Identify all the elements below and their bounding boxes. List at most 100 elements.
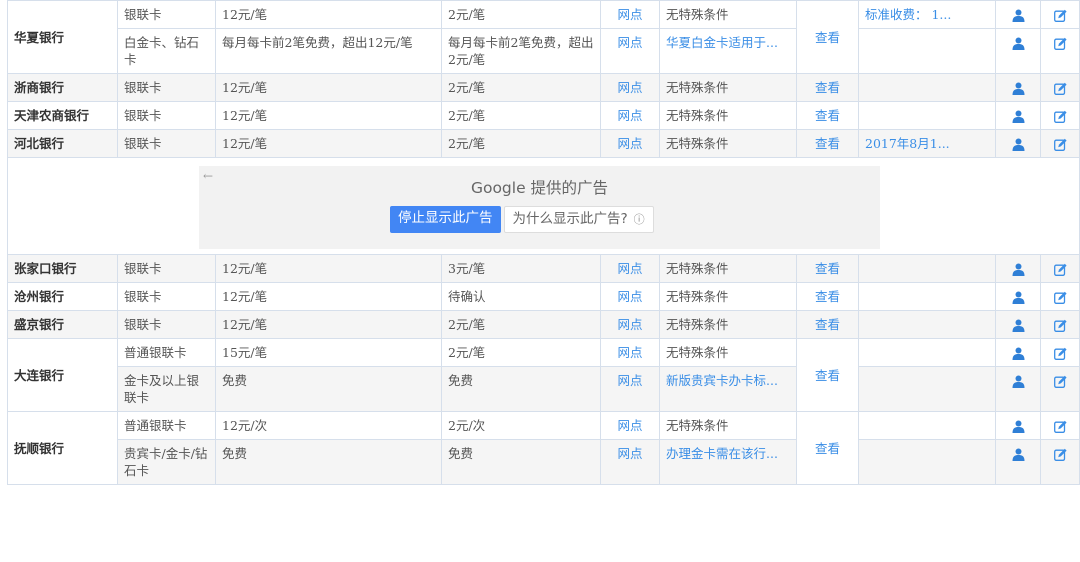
table-row: 沧州银行 银联卡 12元/笔 待确认 网点 无特殊条件 查看 [7,282,1080,311]
edit-icon [1053,448,1067,461]
local-fee: 2元/笔 [441,129,601,158]
view-link[interactable]: 查看 [796,73,859,102]
user-button[interactable] [995,129,1041,158]
edit-button[interactable] [1040,73,1080,102]
note [858,254,996,283]
note [858,411,996,440]
user-button[interactable] [995,338,1041,367]
user-button[interactable] [995,28,1041,74]
view-link[interactable]: 查看 [796,411,859,485]
user-icon [1012,347,1025,360]
user-button[interactable] [995,439,1041,485]
user-button[interactable] [995,101,1041,130]
local-fee: 每月每卡前2笔免费，超出2元/笔 [441,28,601,74]
view-link[interactable]: 查看 [796,338,859,412]
branch-link[interactable]: 网点 [600,0,660,29]
user-button[interactable] [995,282,1041,311]
edit-button[interactable] [1040,338,1080,367]
user-icon [1012,82,1025,95]
view-link[interactable]: 查看 [796,254,859,283]
condition: 无特殊条件 [659,411,797,440]
local-fee: 3元/笔 [441,254,601,283]
branch-link[interactable]: 网点 [600,282,660,311]
table-row: 白金卡、钻石卡 每月每卡前2笔免费，超出12元/笔 每月每卡前2笔免费，超出2元… [8,28,1080,74]
condition-link[interactable]: 华夏白金卡适用于... [659,28,797,74]
view-link[interactable]: 查看 [796,282,859,311]
table-row: 大连银行 普通银联卡 15元/笔 2元/笔 网点 无特殊条件 查看 [7,338,1080,412]
cross-city-fee: 12元/笔 [215,0,442,29]
user-icon [1012,37,1025,50]
card-type: 银联卡 [117,254,216,283]
branch-link[interactable]: 网点 [600,73,660,102]
note [858,282,996,311]
branch-link[interactable]: 网点 [600,129,660,158]
bank-name: 抚顺银行 [7,411,118,485]
bank-name: 盛京银行 [7,310,118,339]
edit-button[interactable] [1040,101,1080,130]
card-type: 贵宾卡/金卡/钻石卡 [117,439,216,485]
edit-icon [1053,37,1067,50]
condition: 无特殊条件 [659,129,797,158]
user-icon [1012,420,1025,433]
user-button[interactable] [995,73,1041,102]
condition: 无特殊条件 [659,338,797,367]
user-icon [1012,110,1025,123]
edit-button[interactable] [1040,310,1080,339]
view-link[interactable]: 查看 [796,129,859,158]
edit-button[interactable] [1040,254,1080,283]
edit-button[interactable] [1040,0,1080,29]
view-link[interactable]: 查看 [796,101,859,130]
note [858,101,996,130]
local-fee: 待确认 [441,282,601,311]
user-button[interactable] [995,411,1041,440]
condition-link[interactable]: 新版贵宾卡办卡标... [659,366,797,412]
view-link[interactable]: 查看 [796,310,859,339]
view-link[interactable]: 查看 [796,0,859,74]
table-row: 抚顺银行 普通银联卡 12元/次 2元/次 网点 无特殊条件 查看 [7,411,1080,485]
branch-link[interactable]: 网点 [600,366,660,412]
edit-button[interactable] [1040,366,1080,412]
edit-button[interactable] [1040,282,1080,311]
condition: 无特殊条件 [659,310,797,339]
card-type: 普通银联卡 [117,338,216,367]
card-type: 银联卡 [117,282,216,311]
edit-button[interactable] [1040,28,1080,74]
table-row: 盛京银行 银联卡 12元/笔 2元/笔 网点 无特殊条件 查看 [7,310,1080,339]
branch-link[interactable]: 网点 [600,338,660,367]
stop-ad-button[interactable]: 停止显示此广告 [390,206,501,233]
edit-button[interactable] [1040,129,1080,158]
card-type: 银联卡 [117,0,216,29]
branch-link[interactable]: 网点 [600,310,660,339]
branch-link[interactable]: 网点 [600,439,660,485]
note [858,73,996,102]
table-row: 贵宾卡/金卡/钻石卡 免费 免费 网点 办理金卡需在该行... [8,439,1080,485]
bank-name: 浙商银行 [7,73,118,102]
condition: 无特殊条件 [659,0,797,29]
table-row: 天津农商银行 银联卡 12元/笔 2元/笔 网点 无特殊条件 查看 [7,101,1080,130]
user-button[interactable] [995,310,1041,339]
condition: 无特殊条件 [659,254,797,283]
local-fee: 2元/笔 [441,310,601,339]
table-row: 张家口银行 银联卡 12元/笔 3元/笔 网点 无特殊条件 查看 [7,254,1080,283]
cross-city-fee: 免费 [215,439,442,485]
branch-link[interactable]: 网点 [600,254,660,283]
note-link[interactable]: 2017年8月1... [858,129,996,158]
table-row: 华夏银行 银联卡 12元/笔 2元/笔 网点 无特殊条件 查看 标准收费： 1.… [7,0,1080,74]
edit-icon [1053,347,1067,360]
edit-button[interactable] [1040,439,1080,485]
note [858,310,996,339]
edit-button[interactable] [1040,411,1080,440]
card-type: 金卡及以上银联卡 [117,366,216,412]
card-type: 银联卡 [117,129,216,158]
condition-link[interactable]: 办理金卡需在该行... [659,439,797,485]
user-button[interactable] [995,366,1041,412]
user-button[interactable] [995,0,1041,29]
condition: 无特殊条件 [659,73,797,102]
user-button[interactable] [995,254,1041,283]
branch-link[interactable]: 网点 [600,101,660,130]
branch-link[interactable]: 网点 [600,28,660,74]
ad-title: Google 提供的广告 [470,179,609,197]
branch-link[interactable]: 网点 [600,411,660,440]
why-ad-button[interactable]: 为什么显示此广告? ⓘ [503,206,654,233]
note-link[interactable]: 标准收费： 1... [858,0,996,29]
